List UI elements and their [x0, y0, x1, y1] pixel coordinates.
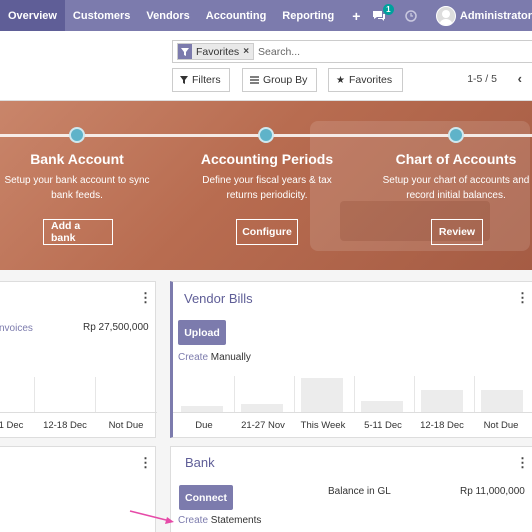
vendor-bills-bar[interactable]	[481, 390, 523, 412]
step-description: record initial balances.	[406, 190, 506, 201]
menu-accounting[interactable]: Accounting	[198, 0, 275, 31]
step-accounting-periods: Accounting Periods Define your fiscal ye…	[182, 151, 352, 203]
step-title: Bank Account	[30, 151, 124, 167]
vendor-bills-bar[interactable]	[421, 390, 463, 412]
chart-gridline	[474, 376, 475, 412]
group-by-label: Group By	[263, 74, 308, 86]
filter-funnel-icon	[178, 44, 192, 59]
step-title: Chart of Accounts	[395, 151, 517, 167]
add-a-bank-button[interactable]: Add a bank	[43, 219, 113, 245]
vendor-bills-bar[interactable]	[301, 378, 343, 412]
bank-card: Bank ⋮ Connect Balance in GL Rp 11,000,0…	[170, 446, 532, 532]
favorites-label: Favorites	[348, 74, 393, 86]
step-description: returns periodicity.	[226, 190, 308, 201]
vendor-bills-chart	[173, 376, 532, 412]
filters-label: Filters	[192, 74, 221, 86]
create-link[interactable]: Create	[178, 515, 208, 526]
list-icon	[250, 76, 259, 84]
vendor-bills-bar[interactable]	[241, 404, 283, 412]
facet-label: Favorites	[196, 45, 240, 58]
bank-title[interactable]: Bank	[185, 455, 215, 470]
filters-button[interactable]: Filters	[172, 68, 230, 92]
customer-invoices-card: ⋮ nvoices Rp 27,500,000 1 Dec 12-18 Dec …	[0, 281, 157, 438]
menu-reporting[interactable]: Reporting	[274, 0, 342, 31]
chart-gridline	[234, 376, 235, 412]
card-menu-icon[interactable]: ⋮	[139, 290, 152, 306]
chart-gridline	[354, 376, 355, 412]
facet-remove-icon[interactable]: ×	[243, 46, 253, 57]
step-dot-3	[448, 127, 464, 143]
chart-baseline	[173, 412, 532, 413]
pager-value: 1-5 / 5	[467, 73, 497, 85]
step-dot-2	[258, 127, 274, 143]
create-manually-row: Create Manually	[178, 352, 251, 363]
top-navbar: Overview Customers Vendors Accounting Re…	[0, 0, 532, 31]
step-description: Setup your bank account to sync	[4, 175, 150, 186]
vendor-bills-title[interactable]: Vendor Bills	[184, 291, 253, 306]
menu-overview[interactable]: Overview	[0, 0, 65, 31]
favorites-button[interactable]: ★ Favorites	[328, 68, 403, 92]
x-tick-label: Not Due	[483, 420, 519, 431]
x-tick-label: Not Due	[108, 420, 144, 431]
step-title: Accounting Periods	[200, 151, 334, 167]
create-manually-text: Manually	[210, 352, 251, 363]
x-tick-label: 21-27 Nov	[241, 420, 285, 431]
configure-button[interactable]: Configure	[236, 219, 298, 245]
step-description: Setup your chart of accounts and	[382, 175, 530, 186]
chart-baseline	[0, 412, 157, 413]
upload-button[interactable]: Upload	[178, 320, 226, 345]
annotation-arrow-icon	[129, 510, 174, 524]
onboarding-banner: Bank Account Setup your bank account to …	[0, 101, 532, 270]
search-input[interactable]	[258, 45, 459, 58]
menu-customers[interactable]: Customers	[65, 0, 138, 31]
chart-gridline	[95, 377, 96, 412]
chat-badge: 1	[382, 4, 394, 15]
x-tick-label: Due	[195, 420, 213, 431]
star-icon: ★	[336, 74, 345, 86]
connect-button[interactable]: Connect	[179, 485, 233, 510]
control-panel: Favorites × Filters Group By ★ Favorites…	[0, 31, 532, 101]
step-dot-1	[69, 127, 85, 143]
step-chart-of-accounts: Chart of Accounts Setup your chart of ac…	[371, 151, 532, 203]
user-menu[interactable]: Administrator	[424, 0, 532, 31]
step-bank-account: Bank Account Setup your bank account to …	[0, 151, 162, 203]
user-name: Administrator	[459, 9, 532, 22]
x-tick-label: This Week	[300, 420, 346, 431]
navbar-systray: 1 Administrator	[366, 0, 532, 31]
review-button[interactable]: Review	[431, 219, 483, 245]
x-tick-label: 12-18 Dec	[420, 420, 464, 431]
search-box[interactable]: Favorites ×	[172, 40, 532, 63]
balance-value: Rp 11,000,000	[460, 486, 525, 497]
chart-gridline	[34, 377, 35, 412]
pager-previous-button[interactable]: ‹	[518, 71, 522, 86]
step-description: bank feeds.	[51, 190, 103, 201]
avatar	[435, 5, 456, 26]
filter-icon	[180, 76, 188, 84]
group-by-button[interactable]: Group By	[242, 68, 317, 92]
card-menu-icon[interactable]: ⋮	[139, 455, 152, 471]
customer-invoices-link[interactable]: nvoices	[0, 323, 33, 334]
chart-gridline	[414, 376, 415, 412]
statements-text: Statements	[210, 515, 262, 526]
x-tick-label: 5-11 Dec	[364, 420, 402, 431]
clock-icon[interactable]	[398, 0, 424, 31]
menu-vendors[interactable]: Vendors	[138, 0, 197, 31]
step-description: Define your fiscal years & tax	[202, 175, 332, 186]
search-facet: Favorites ×	[177, 43, 255, 60]
create-statements-row: Create Statements	[178, 515, 261, 526]
invoices-amount: Rp 27,500,000	[83, 322, 149, 333]
vendor-bills-card: Vendor Bills ⋮ Upload Create Manually Du…	[170, 281, 532, 438]
x-tick-label: 12-18 Dec	[43, 420, 87, 431]
chat-icon[interactable]: 1	[366, 0, 394, 31]
chart-gridline	[294, 376, 295, 412]
balance-label: Balance in GL	[328, 486, 391, 497]
card-menu-icon[interactable]: ⋮	[516, 455, 529, 471]
card-menu-icon[interactable]: ⋮	[516, 290, 529, 306]
vendor-bills-bar[interactable]	[361, 401, 403, 412]
create-link[interactable]: Create	[178, 352, 208, 363]
